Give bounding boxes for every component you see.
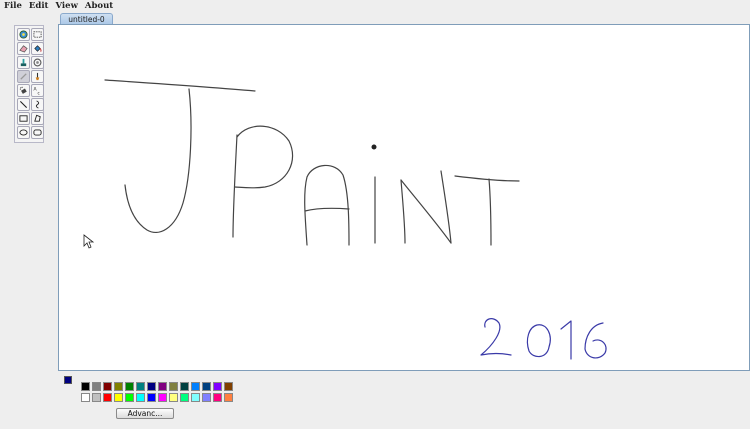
color-swatch[interactable] — [202, 382, 211, 391]
curve-tool[interactable] — [31, 98, 44, 111]
eraser-tool[interactable] — [17, 42, 30, 55]
fill-bucket-tool[interactable] — [31, 42, 44, 55]
stamp-tool[interactable] — [17, 56, 30, 69]
color-swatch[interactable] — [180, 393, 189, 402]
stroke-p-bowl — [234, 125, 294, 189]
color-swatch[interactable] — [136, 382, 145, 391]
color-swatch[interactable] — [136, 393, 145, 402]
color-swatch[interactable] — [213, 393, 222, 402]
drawing-canvas[interactable] — [58, 24, 750, 371]
color-swatch[interactable] — [125, 382, 134, 391]
color-swatch[interactable] — [224, 382, 233, 391]
rounded-rectangle-tool[interactable] — [31, 126, 44, 139]
color-swatch[interactable] — [213, 382, 222, 391]
brush-icon — [35, 72, 40, 81]
jpaint-window: File Edit View About A c untitled-0 Adva… — [0, 0, 750, 429]
canvas-drawing[interactable] — [59, 25, 749, 370]
color-swatch[interactable] — [158, 393, 167, 402]
polygon-icon — [34, 114, 41, 122]
color-swatch[interactable] — [92, 393, 101, 402]
stroke-year-2 — [480, 318, 512, 356]
color-swatch[interactable] — [147, 393, 156, 402]
current-color-swatch[interactable] — [64, 376, 72, 384]
color-swatch[interactable] — [114, 382, 123, 391]
rectangle-tool[interactable] — [17, 112, 30, 125]
stroke-j-top — [104, 79, 256, 92]
rectangle-select-tool[interactable] — [31, 28, 44, 41]
color-swatch[interactable] — [103, 382, 112, 391]
svg-text:c: c — [38, 91, 40, 95]
rounded-rectangle-icon — [33, 129, 42, 136]
color-panel: Advanc... — [58, 372, 750, 429]
stroke-j-stem — [124, 88, 192, 233]
menu-file[interactable]: File — [4, 0, 22, 12]
stroke-a-bar — [304, 207, 350, 212]
stroke-a-body — [304, 164, 350, 246]
color-picker-icon — [19, 30, 28, 39]
menu-bar: File Edit View About — [0, 0, 750, 12]
color-swatch[interactable] — [147, 382, 156, 391]
spray-tool[interactable] — [17, 84, 30, 97]
tool-palette: Ac — [14, 25, 44, 143]
i-dot — [371, 144, 377, 150]
lasso-tool[interactable] — [31, 56, 44, 69]
eraser-icon — [19, 45, 28, 53]
pencil-tool[interactable] — [17, 70, 30, 83]
brush-tool[interactable] — [31, 70, 44, 83]
color-swatch[interactable] — [202, 393, 211, 402]
stroke-n-left — [400, 179, 406, 244]
color-swatch[interactable] — [125, 393, 134, 402]
fill-bucket-icon — [34, 45, 42, 52]
year-2016 — [480, 318, 607, 360]
color-swatch[interactable] — [169, 382, 178, 391]
color-swatch[interactable] — [114, 393, 123, 402]
spray-icon — [19, 86, 27, 94]
rectangle-select-icon — [33, 31, 42, 38]
menu-view[interactable]: View — [55, 0, 77, 12]
text-icon: Ac — [33, 87, 40, 96]
pencil-icon — [20, 73, 27, 80]
color-swatch[interactable] — [169, 393, 178, 402]
stroke-year-1 — [560, 320, 572, 360]
mouse-cursor-icon — [83, 234, 95, 249]
ellipse-tool[interactable] — [17, 126, 30, 139]
ellipse-icon — [19, 129, 28, 136]
stroke-t-stem — [488, 178, 492, 246]
polygon-tool[interactable] — [31, 112, 44, 125]
line-tool[interactable] — [17, 98, 30, 111]
stroke-p-stem — [232, 134, 238, 238]
lasso-icon — [33, 58, 42, 67]
menu-about[interactable]: About — [85, 0, 113, 12]
color-picker-tool[interactable] — [17, 28, 30, 41]
color-swatch[interactable] — [158, 382, 167, 391]
color-swatch[interactable] — [191, 382, 200, 391]
stamp-icon — [20, 58, 27, 67]
text-tool[interactable]: Ac — [31, 84, 44, 97]
advanced-colors-button[interactable]: Advanc... — [116, 408, 174, 419]
stroke-year-0 — [526, 324, 551, 358]
line-icon — [19, 100, 28, 109]
color-swatch[interactable] — [224, 393, 233, 402]
color-swatch[interactable] — [180, 382, 189, 391]
color-swatch[interactable] — [103, 393, 112, 402]
color-swatch[interactable] — [92, 382, 101, 391]
curve-icon — [35, 100, 40, 109]
stroke-year-6 — [584, 322, 607, 359]
stroke-t-top — [454, 175, 520, 182]
color-swatch[interactable] — [191, 393, 200, 402]
menu-edit[interactable]: Edit — [29, 0, 49, 12]
color-swatch[interactable] — [81, 382, 90, 391]
rectangle-icon — [19, 115, 28, 122]
color-swatch[interactable] — [81, 393, 90, 402]
